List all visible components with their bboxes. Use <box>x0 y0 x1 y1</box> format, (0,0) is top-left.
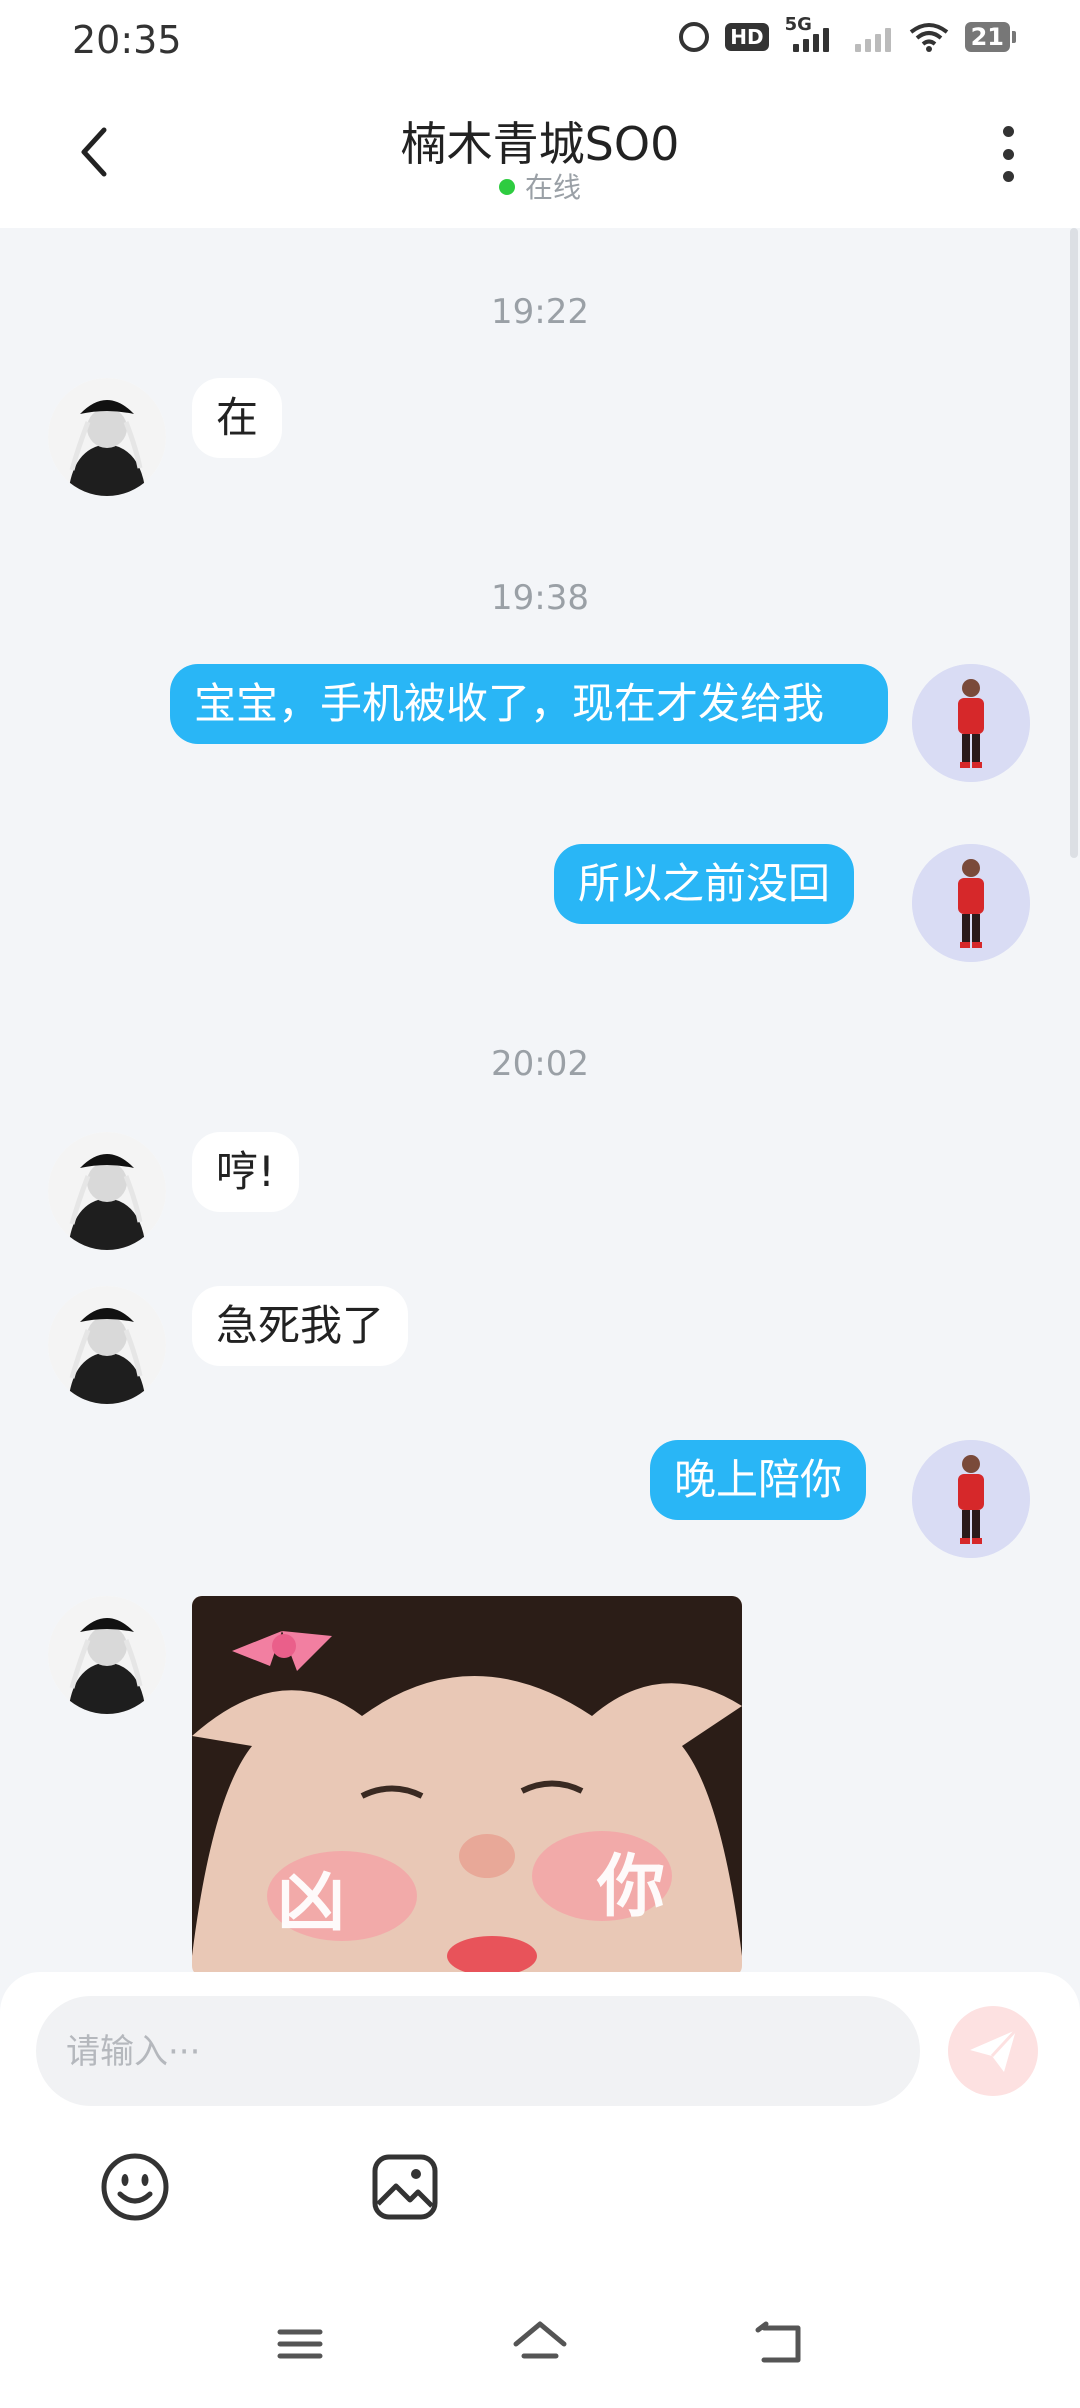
emoji-icon <box>101 2153 169 2221</box>
message-list[interactable]: 19:22 在 19:38 宝宝，手机被收了，现在才发给我 所以之前没回 20:… <box>0 228 1080 1972</box>
menu-button[interactable] <box>270 2316 330 2372</box>
hd-icon: HD <box>725 23 769 51</box>
user-avatar[interactable] <box>912 844 1030 962</box>
contact-avatar[interactable] <box>48 1596 166 1714</box>
user-avatar[interactable] <box>912 664 1030 782</box>
chat-header: 楠木青城SO0 在线 <box>0 84 1080 228</box>
timestamp: 19:22 <box>491 292 589 332</box>
wifi-icon <box>909 22 949 52</box>
contact-name: 楠木青城SO0 <box>400 117 680 171</box>
signal-icon <box>847 22 893 52</box>
status-time: 20:35 <box>72 18 182 62</box>
sticker-caption-left: 凶 <box>277 1863 346 1942</box>
message-bubble-incoming[interactable]: 哼! <box>192 1132 299 1212</box>
5g-signal-icon: 5G <box>785 14 831 52</box>
emoji-button[interactable] <box>100 2152 170 2222</box>
send-icon <box>970 2028 1018 2072</box>
sticker-caption-right: 你 <box>597 1848 666 1927</box>
image-button[interactable] <box>370 2152 440 2222</box>
message-bubble-incoming[interactable]: 在 <box>192 378 283 458</box>
contact-avatar[interactable] <box>48 1132 166 1250</box>
more-vertical-icon <box>1002 126 1014 137</box>
message-bubble-incoming[interactable]: 急死我了 <box>192 1286 409 1366</box>
online-status-label: 在线 <box>524 171 581 204</box>
more-options-button[interactable] <box>996 126 1020 182</box>
timestamp: 19:38 <box>491 578 589 618</box>
message-bubble-outgoing[interactable]: 所以之前没回 <box>554 844 855 924</box>
contact-avatar[interactable] <box>48 1286 166 1404</box>
sticker-image-message[interactable]: 凶 你 <box>192 1596 742 1972</box>
contact-avatar[interactable] <box>48 378 166 496</box>
home-icon <box>513 2321 567 2359</box>
back-nav-button[interactable] <box>750 2316 810 2372</box>
message-input[interactable] <box>64 1996 888 2108</box>
send-button[interactable] <box>948 2006 1038 2096</box>
home-button[interactable] <box>510 2316 570 2372</box>
online-status: 在线 <box>0 166 1080 206</box>
message-input-box[interactable] <box>36 1996 920 2108</box>
message-bubble-outgoing[interactable]: 宝宝，手机被收了，现在才发给我 <box>170 664 888 744</box>
image-icon <box>372 2154 438 2220</box>
online-dot-icon <box>498 179 515 195</box>
system-nav-bar <box>0 2280 1080 2408</box>
message-bubble-outgoing[interactable]: 晚上陪你 <box>650 1440 867 1520</box>
alarm-icon <box>679 22 710 52</box>
battery-icon: 21 <box>964 22 1017 52</box>
status-bar: 20:35 HD 5G 21 <box>0 0 1080 84</box>
back-icon <box>755 2321 801 2363</box>
user-avatar[interactable] <box>912 1440 1030 1558</box>
timestamp: 20:02 <box>491 1044 589 1084</box>
menu-icon <box>277 2329 323 2359</box>
status-icons: HD 5G 21 <box>679 14 1017 52</box>
